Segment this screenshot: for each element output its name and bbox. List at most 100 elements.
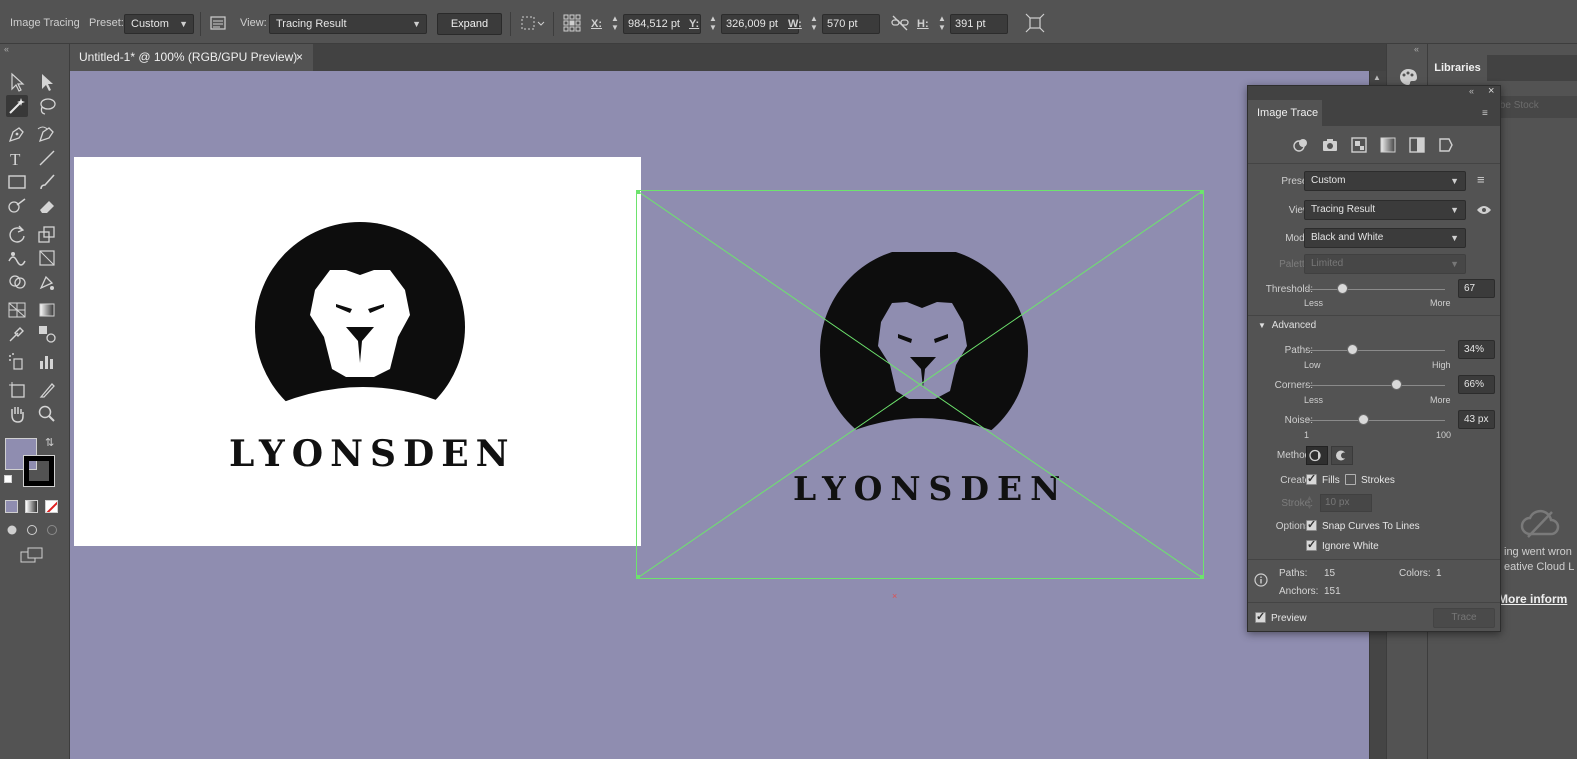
- mode-dropdown[interactable]: Black and White ▼: [1304, 228, 1466, 248]
- constrain-link-icon[interactable]: [890, 13, 910, 33]
- draw-inside-icon[interactable]: [45, 524, 59, 536]
- swap-colors-icon[interactable]: ⇅: [45, 436, 54, 449]
- selection-bounding-box[interactable]: [636, 190, 1204, 579]
- noise-slider-thumb[interactable]: [1357, 414, 1369, 425]
- paths-field[interactable]: 34%: [1458, 340, 1495, 359]
- y-stepper-icon[interactable]: ▲ ▼: [707, 14, 719, 34]
- rectangle-tool-icon[interactable]: [6, 171, 28, 193]
- hand-tool-icon[interactable]: [6, 403, 28, 425]
- view-dropdown[interactable]: Tracing Result ▼: [269, 14, 427, 34]
- paintbrush-tool-icon[interactable]: [36, 171, 58, 193]
- fills-checkbox[interactable]: [1306, 472, 1317, 485]
- eraser-tool-icon[interactable]: [36, 195, 58, 217]
- placed-image[interactable]: LYONSDEN: [74, 157, 641, 546]
- artboard-tool-icon[interactable]: [6, 379, 28, 401]
- corners-slider-thumb[interactable]: [1391, 379, 1403, 390]
- zoom-tool-icon[interactable]: [36, 403, 58, 425]
- noise-field[interactable]: 43 px: [1458, 410, 1495, 429]
- gradient-tool-icon[interactable]: [36, 299, 58, 321]
- line-segment-tool-icon[interactable]: [36, 147, 58, 169]
- strokes-checkbox[interactable]: [1345, 474, 1356, 485]
- magic-wand-tool-icon[interactable]: [6, 95, 28, 117]
- expand-button[interactable]: Expand: [437, 13, 502, 35]
- ignore-white-checkbox[interactable]: [1306, 538, 1317, 551]
- curvature-tool-icon[interactable]: [36, 123, 58, 145]
- shaper-tool-icon[interactable]: [6, 195, 28, 217]
- transform-icon[interactable]: [1025, 13, 1045, 33]
- grayscale-preset-icon[interactable]: [1379, 136, 1397, 154]
- corners-slider-track[interactable]: [1305, 385, 1445, 386]
- paths-slider-track[interactable]: [1305, 350, 1445, 351]
- document-tab[interactable]: Untitled-1* @ 100% (RGB/GPU Preview) ×: [70, 44, 313, 71]
- collapse-icon[interactable]: «: [4, 44, 9, 54]
- preset-dropdown[interactable]: Custom ▼: [124, 14, 194, 34]
- collapse-icon[interactable]: «: [1469, 86, 1474, 96]
- paths-slider-thumb[interactable]: [1346, 344, 1358, 355]
- align-icon[interactable]: [519, 13, 547, 33]
- abutting-method-icon[interactable]: [1306, 446, 1328, 465]
- image-tracing-label[interactable]: Image Tracing: [10, 14, 80, 33]
- black-and-white-preset-icon[interactable]: [1408, 136, 1426, 154]
- perspective-grid-tool-icon[interactable]: [6, 299, 28, 321]
- x-stepper-icon[interactable]: ▲ ▼: [609, 14, 621, 34]
- threshold-slider-track[interactable]: [1305, 289, 1445, 290]
- draw-normal-icon[interactable]: [5, 524, 19, 536]
- manage-presets-icon[interactable]: ≡: [1477, 172, 1485, 187]
- type-tool-icon[interactable]: T: [6, 147, 28, 169]
- default-colors-icon[interactable]: [4, 475, 12, 483]
- h-field[interactable]: 391 pt: [950, 14, 1008, 34]
- close-icon[interactable]: ×: [1488, 85, 1494, 97]
- noise-slider-track[interactable]: [1305, 420, 1445, 421]
- eye-icon[interactable]: [1476, 204, 1492, 216]
- threshold-field[interactable]: 67: [1458, 279, 1495, 298]
- stroke-swatch[interactable]: [23, 455, 55, 487]
- close-icon[interactable]: ×: [296, 44, 303, 71]
- corners-field[interactable]: 66%: [1458, 375, 1495, 394]
- column-graph-tool-icon[interactable]: [36, 351, 58, 373]
- screen-mode-icon[interactable]: [20, 546, 44, 564]
- blend-tool-icon[interactable]: [36, 323, 58, 345]
- trace-panel-icon[interactable]: [208, 13, 228, 33]
- none-mode-icon[interactable]: [45, 500, 58, 513]
- high-color-preset-icon[interactable]: [1321, 136, 1339, 154]
- selection-tool-icon[interactable]: [6, 71, 28, 93]
- w-stepper-icon[interactable]: ▲ ▼: [808, 14, 820, 34]
- divider: [1248, 163, 1500, 164]
- shape-builder-tool-icon[interactable]: [6, 271, 28, 293]
- eyedropper-tool-icon[interactable]: [6, 323, 28, 345]
- scroll-up-icon[interactable]: ▲: [1373, 73, 1381, 82]
- tab-libraries[interactable]: Libraries: [1428, 55, 1487, 81]
- tab-image-trace[interactable]: Image Trace: [1248, 100, 1322, 126]
- overlapping-method-icon[interactable]: [1331, 446, 1353, 465]
- symbol-sprayer-tool-icon[interactable]: [6, 351, 28, 373]
- free-transform-tool-icon[interactable]: [36, 247, 58, 269]
- live-paint-tool-icon[interactable]: [36, 271, 58, 293]
- warp-tool-icon[interactable]: [6, 247, 28, 269]
- view-dropdown[interactable]: Tracing Result ▼: [1304, 200, 1466, 220]
- auto-color-preset-icon[interactable]: [1292, 136, 1310, 154]
- w-field[interactable]: 570 pt: [822, 14, 880, 34]
- rotate-tool-icon[interactable]: [6, 223, 28, 245]
- gradient-mode-icon[interactable]: [25, 500, 38, 513]
- outline-preset-icon[interactable]: [1437, 136, 1455, 154]
- canvas[interactable]: LYONSDEN LYONSDEN ×: [70, 71, 1369, 759]
- draw-behind-icon[interactable]: [25, 524, 39, 536]
- advanced-toggle[interactable]: ▼ Advanced: [1258, 320, 1316, 331]
- more-info-link[interactable]: More inform: [1498, 592, 1567, 606]
- scale-tool-icon[interactable]: [36, 223, 58, 245]
- slice-tool-icon[interactable]: [36, 379, 58, 401]
- threshold-slider-thumb[interactable]: [1336, 283, 1348, 294]
- collapse-icon[interactable]: «: [1414, 44, 1419, 54]
- low-color-preset-icon[interactable]: [1350, 136, 1368, 154]
- preview-checkbox[interactable]: [1255, 610, 1266, 623]
- preset-dropdown[interactable]: Custom ▼: [1304, 171, 1466, 191]
- reference-point-icon[interactable]: [562, 13, 582, 33]
- color-mode-icon[interactable]: [5, 500, 18, 513]
- lasso-tool-icon[interactable]: [36, 95, 58, 117]
- panel-header[interactable]: « ×: [1248, 85, 1500, 100]
- snap-curves-checkbox[interactable]: [1306, 518, 1317, 531]
- pen-tool-icon[interactable]: [6, 123, 28, 145]
- direct-selection-tool-icon[interactable]: [36, 71, 58, 93]
- panel-menu-icon[interactable]: ≡: [1482, 108, 1488, 119]
- h-stepper-icon[interactable]: ▲ ▼: [936, 14, 948, 34]
